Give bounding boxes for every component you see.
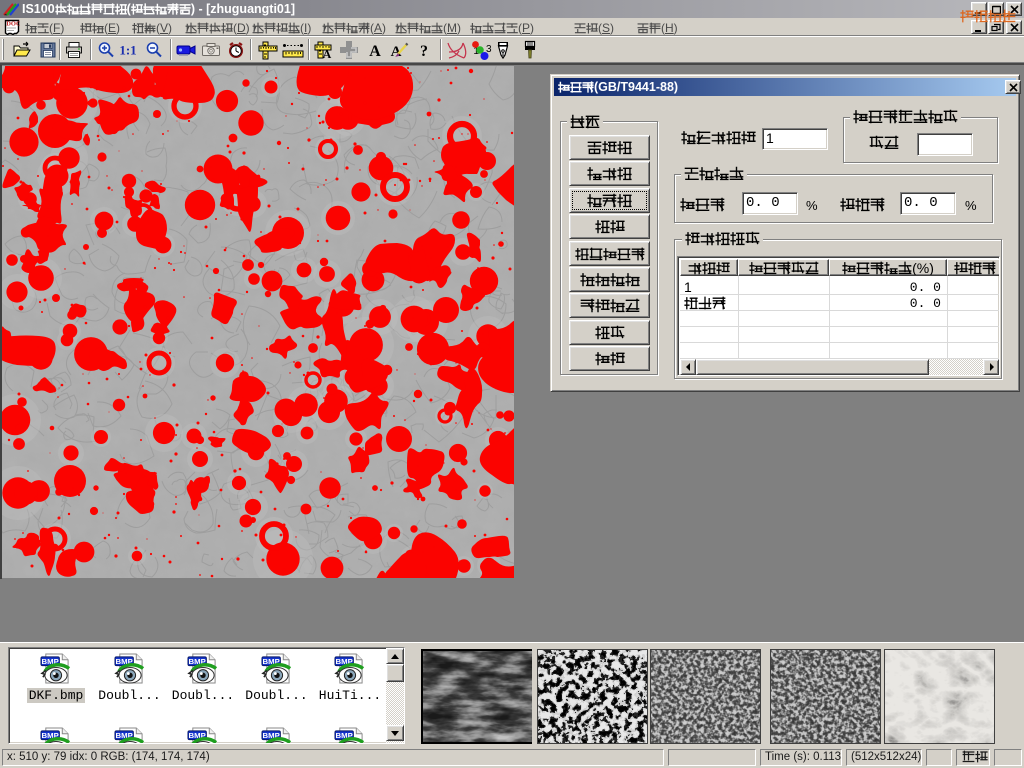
svg-text:A: A [369, 43, 381, 60]
svg-text:A: A [323, 47, 332, 60]
svg-text:1:1: 1:1 [119, 43, 136, 58]
svg-text:?: ? [420, 43, 428, 60]
svg-text:DOC: DOC [6, 21, 20, 28]
